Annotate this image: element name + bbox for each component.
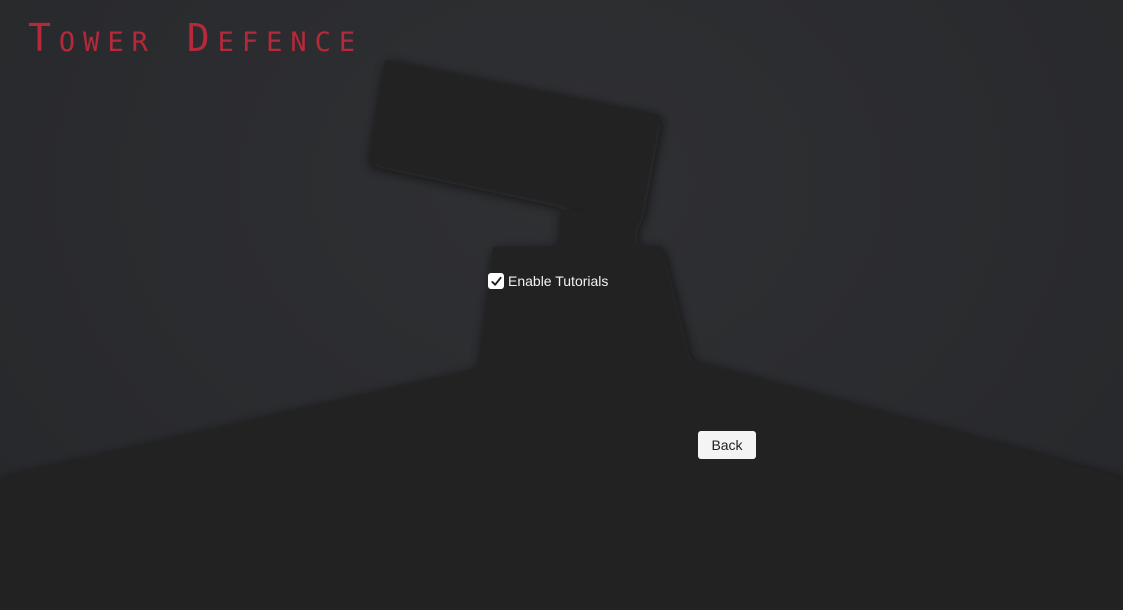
checkbox[interactable] [488, 273, 504, 289]
ground-hill [0, 360, 1123, 610]
tower-body [478, 246, 690, 372]
main-menu-screen: Tower Defence Enable Tutorials Back [0, 0, 1123, 610]
enable-tutorials-label: Enable Tutorials [508, 273, 609, 289]
enable-tutorials-toggle[interactable]: Enable Tutorials [488, 273, 608, 289]
back-button[interactable]: Back [698, 431, 756, 459]
tower-silhouette-backdrop [0, 60, 1123, 610]
checkmark-icon [490, 276, 502, 286]
tower-turret [368, 60, 660, 222]
game-title: Tower Defence [28, 16, 364, 60]
